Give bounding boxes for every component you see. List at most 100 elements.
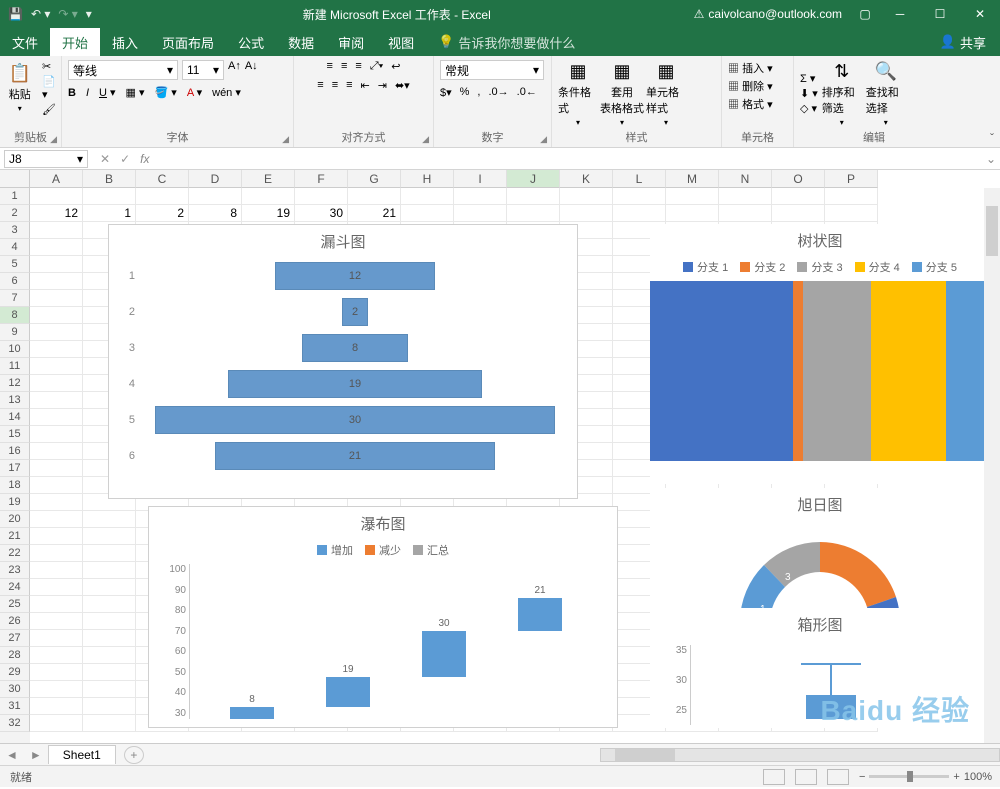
increase-decimal-icon[interactable]: .0→	[488, 86, 508, 99]
maximize-button[interactable]: ☐	[920, 7, 960, 21]
select-all-corner[interactable]	[0, 170, 30, 188]
format-painter-icon[interactable]: 🖌	[42, 103, 60, 116]
insert-cells-button[interactable]: ▦ 插入 ▾	[728, 60, 773, 76]
row-header[interactable]: 6	[0, 273, 30, 290]
currency-icon[interactable]: $▾	[440, 86, 452, 99]
cell[interactable]	[666, 205, 719, 222]
table-format-button[interactable]: ▦套用 表格格式▾	[602, 61, 642, 127]
cell[interactable]	[772, 205, 825, 222]
row-header[interactable]: 21	[0, 528, 30, 545]
orientation-icon[interactable]: ⤢▾	[370, 60, 383, 73]
col-header[interactable]: H	[401, 170, 454, 188]
cell[interactable]	[560, 205, 613, 222]
format-cells-button[interactable]: ▦ 格式 ▾	[728, 96, 773, 112]
row-header[interactable]: 11	[0, 358, 30, 375]
cell[interactable]	[719, 205, 772, 222]
col-header[interactable]: A	[30, 170, 83, 188]
font-color-button[interactable]: A ▾	[187, 86, 202, 99]
redo-icon[interactable]: ↷ ▾	[58, 7, 77, 21]
grow-font-icon[interactable]: A↑	[228, 60, 241, 80]
enter-icon[interactable]: ✓	[120, 152, 130, 166]
tab-data[interactable]: 数据	[276, 28, 326, 56]
col-header[interactable]: M	[666, 170, 719, 188]
qat-customize-icon[interactable]: ▾	[86, 7, 92, 21]
row-header[interactable]: 4	[0, 239, 30, 256]
row-header[interactable]: 18	[0, 477, 30, 494]
tab-insert[interactable]: 插入	[100, 28, 150, 56]
dialog-launcher-icon[interactable]: ◢	[50, 134, 57, 145]
percent-icon[interactable]: %	[460, 86, 470, 99]
tab-nav-next-icon[interactable]: ►	[24, 748, 48, 762]
tab-file[interactable]: 文件	[0, 28, 50, 56]
row-header[interactable]: 3	[0, 222, 30, 239]
cond-format-button[interactable]: ▦条件格式▾	[558, 61, 598, 127]
row-header[interactable]: 24	[0, 579, 30, 596]
font-size-combo[interactable]: 11▾	[182, 60, 224, 80]
col-header[interactable]: N	[719, 170, 772, 188]
col-header[interactable]: B	[83, 170, 136, 188]
collapse-ribbon-icon[interactable]: ˇ	[990, 131, 994, 145]
tab-nav-prev-icon[interactable]: ◄	[0, 748, 24, 762]
col-header[interactable]: J	[507, 170, 560, 188]
zoom-level[interactable]: 100%	[964, 771, 992, 783]
tab-home[interactable]: 开始	[50, 28, 100, 56]
cut-icon[interactable]: ✂	[42, 60, 60, 73]
chart-boxplot[interactable]: 箱形图 35 30 25	[650, 608, 990, 728]
row-header[interactable]: 8	[0, 307, 30, 324]
row-header[interactable]: 26	[0, 613, 30, 630]
row-header[interactable]: 5	[0, 256, 30, 273]
merge-center-icon[interactable]: ⬌▾	[395, 79, 410, 92]
tab-pagelayout[interactable]: 页面布局	[150, 28, 226, 56]
col-header[interactable]: O	[772, 170, 825, 188]
view-break-icon[interactable]	[827, 769, 849, 785]
cell[interactable]	[454, 205, 507, 222]
col-header[interactable]: P	[825, 170, 878, 188]
cell[interactable]	[507, 205, 560, 222]
font-name-combo[interactable]: 等线▾	[68, 60, 178, 80]
cell[interactable]	[825, 205, 878, 222]
col-header[interactable]: I	[454, 170, 507, 188]
row-header[interactable]: 1	[0, 188, 30, 205]
view-normal-icon[interactable]	[763, 769, 785, 785]
align-left-icon[interactable]: ≡	[317, 79, 323, 92]
zoom-out-icon[interactable]: −	[859, 771, 865, 783]
row-header[interactable]: 22	[0, 545, 30, 562]
chart-funnel[interactable]: 漏斗图 1122238419530621	[108, 224, 578, 499]
share-button[interactable]: 👤共享	[926, 28, 1000, 56]
cell[interactable]: 21	[348, 205, 401, 222]
cell[interactable]	[401, 205, 454, 222]
tab-view[interactable]: 视图	[376, 28, 426, 56]
chart-treemap[interactable]: 树状图 分支 1分支 2分支 3分支 4分支 5	[650, 224, 990, 484]
ribbon-display-icon[interactable]: ▢	[850, 7, 880, 21]
wrap-text-icon[interactable]: ↩	[391, 60, 400, 73]
row-header[interactable]: 30	[0, 681, 30, 698]
col-header[interactable]: L	[613, 170, 666, 188]
row-header[interactable]: 13	[0, 392, 30, 409]
cell-style-button[interactable]: ▦单元格样式▾	[646, 61, 686, 127]
row-header[interactable]: 31	[0, 698, 30, 715]
chart-waterfall[interactable]: 瀑布图 增加 减少 汇总 100908070605040308193021	[148, 506, 618, 728]
add-sheet-button[interactable]: +	[124, 746, 144, 764]
undo-icon[interactable]: ↶ ▾	[31, 7, 50, 21]
italic-button[interactable]: I	[86, 87, 89, 99]
bold-button[interactable]: B	[68, 87, 76, 99]
save-icon[interactable]: 💾	[8, 7, 23, 21]
tell-me[interactable]: 💡 告诉我你想要做什么	[426, 28, 587, 56]
indent-inc-icon[interactable]: ⇥	[378, 79, 387, 92]
row-header[interactable]: 15	[0, 426, 30, 443]
col-header[interactable]: F	[295, 170, 348, 188]
row-header[interactable]: 25	[0, 596, 30, 613]
row-header[interactable]: 32	[0, 715, 30, 732]
tab-formulas[interactable]: 公式	[226, 28, 276, 56]
comma-icon[interactable]: ,	[477, 86, 480, 99]
col-header[interactable]: E	[242, 170, 295, 188]
cell[interactable]: 1	[83, 205, 136, 222]
col-header[interactable]: D	[189, 170, 242, 188]
row-header[interactable]: 7	[0, 290, 30, 307]
shrink-font-icon[interactable]: A↓	[245, 60, 258, 80]
sort-filter-button[interactable]: ⇅排序和筛选▾	[822, 61, 862, 127]
view-layout-icon[interactable]	[795, 769, 817, 785]
copy-icon[interactable]: 📄▾	[42, 75, 60, 101]
fill-icon[interactable]: ⬇ ▾	[800, 87, 818, 100]
account-area[interactable]: ⚠ caivolcano@outlook.com	[694, 7, 842, 21]
